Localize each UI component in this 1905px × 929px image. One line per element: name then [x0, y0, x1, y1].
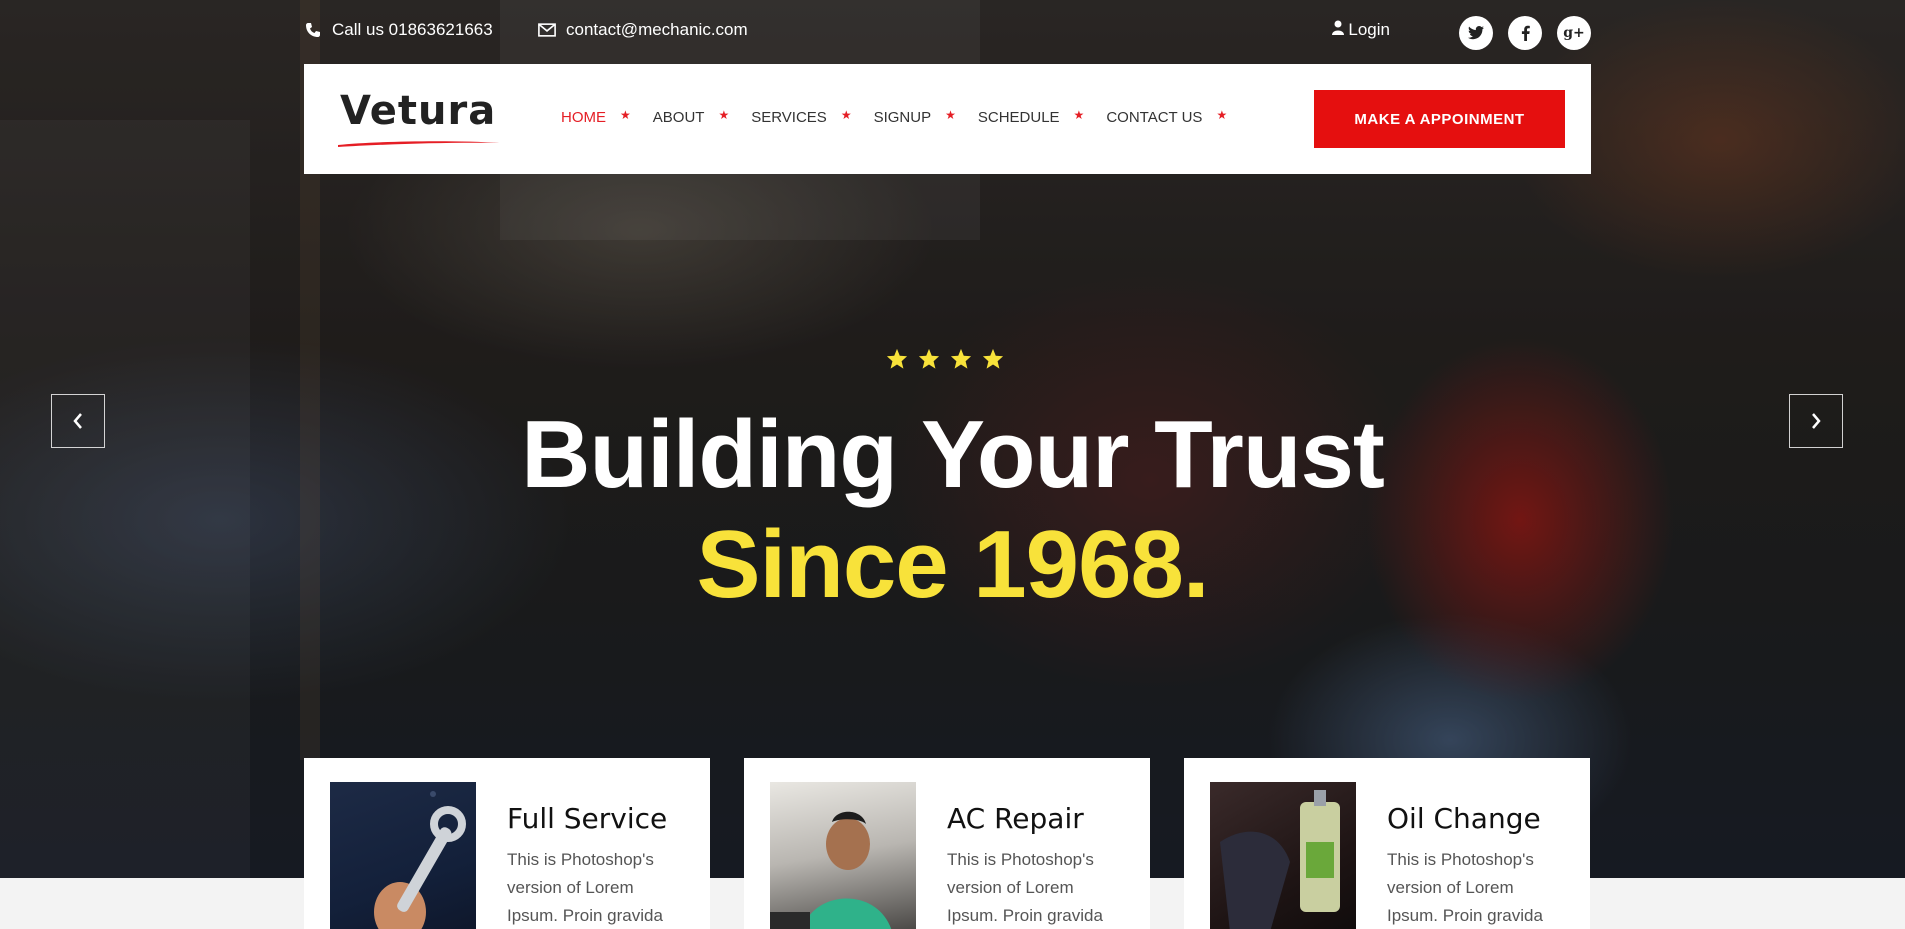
nav-item-home[interactable]: HOME ★ [561, 107, 653, 127]
user-icon [1332, 20, 1345, 40]
service-description: This is Photoshop's version of Lorem Ips… [507, 850, 663, 925]
service-title: AC Repair [947, 802, 1084, 835]
main-nav: HOME ★ ABOUT ★ SERVICES ★ SIGNUP ★ SCHED… [561, 107, 1249, 127]
nav-label: SCHEDULE [977, 109, 1060, 126]
star-icon: ★ [718, 107, 730, 122]
service-image [330, 782, 476, 929]
chevron-right-icon [1812, 413, 1821, 429]
chevron-left-icon [73, 413, 82, 429]
star-icon: ★ [945, 107, 956, 122]
service-description: This is Photoshop's version of Lorem Ips… [947, 850, 1103, 925]
nav-label: ABOUT [652, 109, 705, 126]
mechanic-icon [770, 811, 891, 929]
service-card-oil-change[interactable]: Oil Change This is Photoshop's version o… [1184, 758, 1590, 929]
phone-text: Call us 01863621663 [332, 20, 493, 39]
star-icon [950, 348, 972, 369]
nav-item-contact-us[interactable]: CONTACT US ★ [1106, 107, 1249, 127]
nav-item-schedule[interactable]: SCHEDULE ★ [977, 107, 1106, 127]
nav-item-services[interactable]: SERVICES ★ [751, 107, 873, 127]
nav-label: HOME [561, 109, 606, 126]
main-navbar: Vetura HOME ★ ABOUT ★ SERVICES ★ SIGNUP … [304, 64, 1591, 174]
google-plus-icon[interactable]: g+ [1557, 16, 1591, 50]
star-icon [886, 348, 908, 369]
phone-contact[interactable]: Call us 01863621663 [304, 20, 493, 40]
login-link[interactable]: Login [1332, 20, 1390, 40]
email-text: contact@mechanic.com [566, 20, 748, 39]
star-icon [982, 348, 1004, 369]
phone-icon [304, 21, 322, 39]
service-image [770, 782, 916, 929]
star-icon: ★ [1216, 107, 1228, 122]
service-card-ac-repair[interactable]: AC Repair This is Photoshop's version of… [744, 758, 1150, 929]
nav-item-signup[interactable]: SIGNUP ★ [873, 107, 978, 127]
service-title: Full Service [507, 802, 668, 835]
service-image [1210, 782, 1356, 929]
facebook-icon[interactable] [1508, 16, 1542, 50]
top-bar: Call us 01863621663 contact@mechanic.com… [304, 16, 1591, 50]
star-icon [918, 348, 940, 369]
twitter-icon[interactable] [1459, 16, 1493, 50]
nav-label: SIGNUP [873, 109, 932, 126]
wrench-icon [374, 791, 466, 929]
star-icon: ★ [620, 107, 631, 122]
nav-label: CONTACT US [1106, 109, 1203, 126]
slider-prev-button[interactable] [51, 394, 105, 448]
envelope-icon [538, 21, 556, 39]
rating-stars [886, 348, 1004, 370]
logo-swoosh [338, 141, 500, 147]
star-icon: ★ [840, 107, 852, 122]
email-contact[interactable]: contact@mechanic.com [538, 20, 748, 40]
make-appointment-button[interactable]: MAKE A APPOINMENT [1314, 90, 1565, 148]
star-icon: ★ [1073, 107, 1085, 122]
site-logo[interactable]: Vetura [338, 88, 500, 147]
slider-next-button[interactable] [1789, 394, 1843, 448]
service-description: This is Photoshop's version of Lorem Ips… [1387, 850, 1543, 925]
hero-headline: Building Your Trust [521, 401, 1385, 508]
nav-item-about[interactable]: ABOUT ★ [652, 107, 751, 127]
logo-text: Vetura [340, 88, 497, 134]
google-plus-glyph: g+ [1563, 25, 1585, 41]
nav-label: SERVICES [751, 109, 827, 126]
service-card-full-service[interactable]: Full Service This is Photoshop's version… [304, 758, 710, 929]
hero-subline: Since 1968. [696, 511, 1209, 618]
oil-bottle-icon [1220, 790, 1340, 929]
login-label: Login [1348, 20, 1390, 39]
service-title: Oil Change [1387, 802, 1541, 835]
